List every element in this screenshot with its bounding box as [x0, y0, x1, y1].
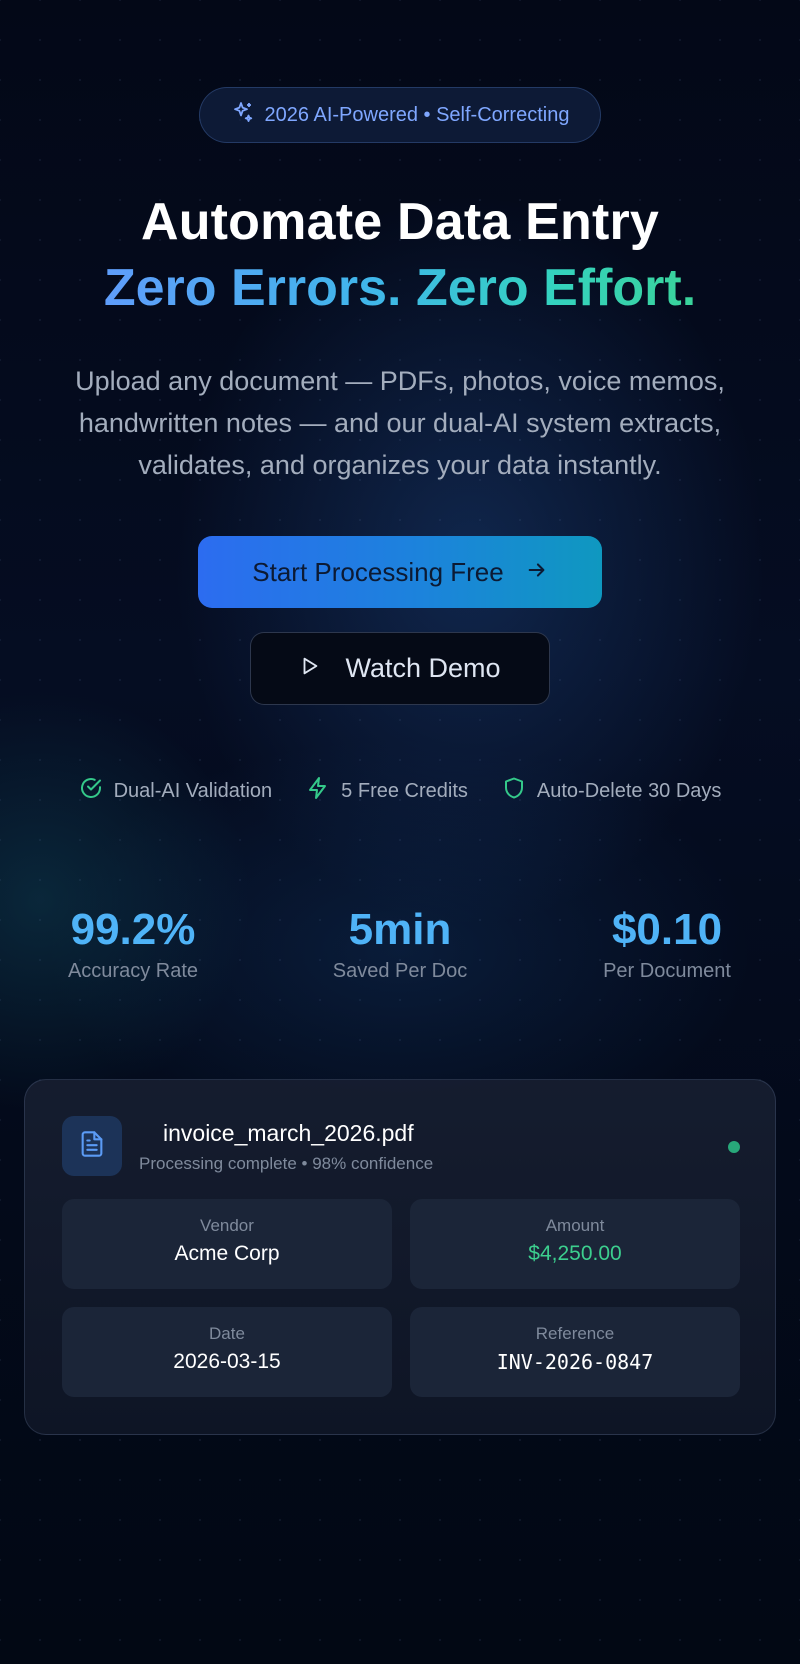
sparkles-icon: [231, 100, 255, 130]
field-reference: Reference INV-2026-0847: [410, 1307, 740, 1397]
start-processing-label: Start Processing Free: [252, 556, 504, 587]
feature-label: 5 Free Credits: [341, 779, 468, 802]
hero-description: Upload any document — PDFs, photos, voic…: [75, 366, 725, 480]
field-value: 2026-03-15: [173, 1350, 281, 1373]
field-label: Amount: [545, 1216, 605, 1235]
feature-item-free-credits: 5 Free Credits: [306, 776, 468, 806]
feature-item-auto-delete: Auto-Delete 30 Days: [502, 776, 722, 806]
feature-item-dual-ai: Dual-AI Validation: [79, 776, 273, 806]
field-date: Date 2026-03-15: [62, 1307, 392, 1397]
file-icon-box: [62, 1116, 122, 1176]
check-circle-icon: [79, 776, 103, 806]
start-processing-button[interactable]: Start Processing Free: [198, 536, 602, 608]
stat-price: $0.10 Per Document: [547, 902, 787, 983]
field-label: Reference: [535, 1324, 615, 1343]
document-icon: [78, 1130, 106, 1163]
hero-gradient-title: Zero Errors. Zero Effort.: [103, 259, 697, 317]
feature-label: Dual-AI Validation: [113, 779, 273, 802]
announcement-badge: 2026 AI-Powered • Self-Correcting: [199, 87, 601, 143]
status-indicator-dot: [728, 1141, 740, 1153]
shield-icon: [502, 776, 526, 806]
hero-subtitle: Zero Errors. Zero Effort.: [0, 258, 800, 318]
badge-text: 2026 AI-Powered • Self-Correcting: [264, 103, 570, 126]
feature-list: Dual-AI Validation 5 Free Credits Auto-D…: [0, 776, 800, 806]
stat-time-saved: 5min Saved Per Doc: [280, 902, 520, 983]
processing-preview-card: invoice_march_2026.pdf Processing comple…: [24, 1079, 776, 1435]
file-status: Processing complete • 98% confidence: [139, 1154, 434, 1173]
stat-label: Saved Per Doc: [332, 960, 468, 982]
arrow-right-icon: [526, 557, 548, 588]
stats-row: 99.2% Accuracy Rate 5min Saved Per Doc $…: [0, 902, 800, 1002]
field-value: $4,250.00: [528, 1242, 622, 1265]
stat-value: 5min: [348, 905, 452, 954]
stat-value: 99.2%: [70, 905, 196, 954]
field-value: Acme Corp: [174, 1242, 280, 1265]
stat-label: Accuracy Rate: [67, 960, 199, 982]
feature-label: Auto-Delete 30 Days: [536, 779, 722, 802]
stat-label: Per Document: [603, 960, 731, 982]
field-vendor: Vendor Acme Corp: [62, 1199, 392, 1289]
stat-accuracy: 99.2% Accuracy Rate: [13, 902, 253, 983]
bolt-icon: [306, 776, 330, 806]
field-label: Vendor: [200, 1216, 254, 1235]
watch-demo-button[interactable]: Watch Demo: [250, 632, 550, 705]
field-amount: Amount $4,250.00: [410, 1199, 740, 1289]
stat-value: $0.10: [611, 905, 723, 954]
play-icon: [299, 653, 321, 684]
watch-demo-label: Watch Demo: [345, 653, 501, 683]
hero-title: Automate Data Entry: [140, 193, 660, 251]
file-name: invoice_march_2026.pdf: [163, 1120, 414, 1146]
field-label: Date: [209, 1324, 245, 1343]
hero-page: 2026 AI-Powered • Self-Correcting Automa…: [0, 0, 800, 1664]
field-value: INV-2026-0847: [496, 1350, 654, 1374]
